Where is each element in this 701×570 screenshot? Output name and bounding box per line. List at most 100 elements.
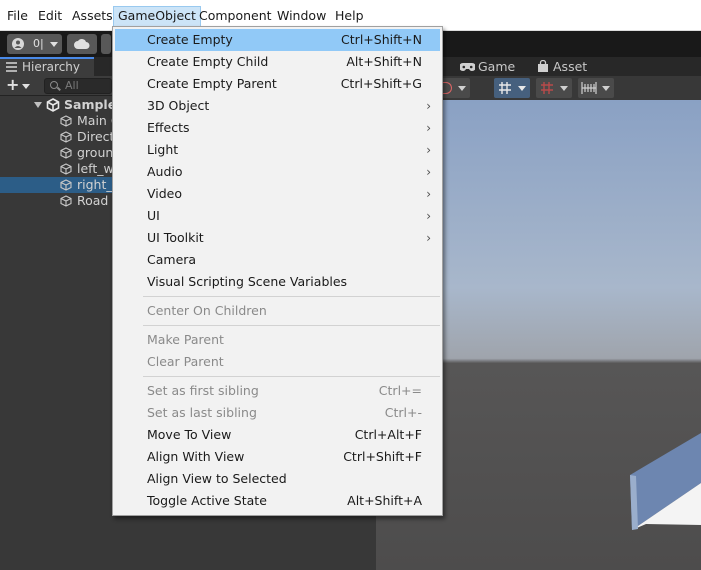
toolbar-button-partial[interactable]: [101, 34, 111, 54]
menu-item-toggle-active-state[interactable]: Toggle Active State Alt+Shift+A: [115, 490, 440, 512]
chevron-right-icon: ›: [426, 231, 431, 245]
tab-hierarchy-label: Hierarchy: [22, 60, 81, 74]
menu-item-shortcut: Ctrl+=: [378, 383, 422, 398]
menu-item-effects[interactable]: Effects ›: [115, 117, 440, 139]
chevron-right-icon: ›: [426, 99, 431, 113]
shading-mode-button[interactable]: [442, 78, 470, 98]
menu-gameobject[interactable]: GameObject: [113, 6, 201, 27]
gameobject-cube-icon: [60, 195, 72, 207]
menu-component[interactable]: Component: [195, 6, 276, 27]
menu-item-shortcut: Ctrl+Shift+N: [341, 32, 422, 47]
menu-item-clear-parent[interactable]: Clear Parent: [115, 351, 440, 373]
menu-item-label: Make Parent: [147, 332, 224, 347]
menu-item-label: Align View to Selected: [147, 471, 287, 486]
menu-item-label: Audio: [147, 164, 183, 179]
menu-item-visual-scripting-scene-variables[interactable]: Visual Scripting Scene Variables: [115, 271, 440, 293]
menu-item-label: Create Empty Child: [147, 54, 269, 69]
menu-item-shortcut: Ctrl+Shift+G: [340, 76, 422, 91]
menu-item-label: UI Toolkit: [147, 230, 204, 245]
increment-snap-button[interactable]: [578, 78, 614, 98]
gameobject-cube-icon: [60, 163, 72, 175]
menu-help[interactable]: Help: [331, 6, 368, 27]
menu-item-label: Camera: [147, 252, 197, 267]
ruler-icon: [581, 82, 597, 94]
menu-item-create-empty-child[interactable]: Create Empty Child Alt+Shift+N: [115, 51, 440, 73]
menu-item-shortcut: Ctrl+-: [384, 405, 422, 420]
chevron-down-icon: [518, 86, 526, 91]
menu-item-ui-toolkit[interactable]: UI Toolkit ›: [115, 227, 440, 249]
menu-item-audio[interactable]: Audio ›: [115, 161, 440, 183]
chevron-down-icon: [602, 86, 610, 91]
menu-item-label: UI: [147, 208, 160, 223]
expand-arrow-icon: [34, 102, 42, 108]
menu-item-create-empty[interactable]: Create Empty Ctrl+Shift+N: [115, 29, 440, 51]
game-controller-icon: [460, 63, 475, 71]
menu-item-label: Set as first sibling: [147, 383, 259, 398]
chevron-right-icon: ›: [426, 187, 431, 201]
shopping-bag-icon: [538, 60, 548, 72]
menu-item-light[interactable]: Light ›: [115, 139, 440, 161]
menu-item-set-as-first-sibling[interactable]: Set as first sibling Ctrl+=: [115, 380, 440, 402]
menu-item-set-as-last-sibling[interactable]: Set as last sibling Ctrl+-: [115, 402, 440, 424]
menu-item-camera[interactable]: Camera: [115, 249, 440, 271]
menu-item-label: Align With View: [147, 449, 245, 464]
chevron-right-icon: ›: [426, 121, 431, 135]
account-icon: [12, 38, 24, 50]
menu-item-video[interactable]: Video ›: [115, 183, 440, 205]
chevron-down-icon: [560, 86, 568, 91]
menu-item-label: 3D Object: [147, 98, 210, 113]
menu-item-label: Create Empty: [147, 32, 233, 47]
tab-game-label: Game: [478, 59, 516, 74]
menu-item-label: Effects: [147, 120, 190, 135]
gizmo-move-button[interactable]: [494, 78, 530, 98]
gameobject-cube-icon: [60, 147, 72, 159]
menu-item-make-parent[interactable]: Make Parent: [115, 329, 440, 351]
menu-window[interactable]: Window: [273, 6, 330, 27]
menu-item-shortcut: Ctrl+Alt+F: [354, 427, 422, 442]
cloud-button[interactable]: [67, 34, 97, 54]
menu-item-shortcut: Ctrl+Shift+F: [343, 449, 422, 464]
menu-item-center-on-children[interactable]: Center On Children: [115, 300, 440, 322]
menu-edit[interactable]: Edit: [34, 6, 66, 27]
grid-snap-icon: [541, 82, 553, 94]
menu-item-label: Toggle Active State: [147, 493, 267, 508]
menu-separator: [143, 325, 440, 326]
chevron-right-icon: ›: [426, 143, 431, 157]
hierarchy-item-label: Direct: [77, 129, 115, 144]
menu-item-label: Clear Parent: [147, 354, 224, 369]
tab-hierarchy[interactable]: Hierarchy: [0, 57, 94, 76]
chevron-right-icon: ›: [426, 209, 431, 223]
menu-item-label: Move To View: [147, 427, 232, 442]
grid-snap-button[interactable]: [536, 78, 572, 98]
menu-item-label: Light: [147, 142, 179, 157]
menu-item-label: Center On Children: [147, 303, 267, 318]
menu-file[interactable]: File: [3, 6, 32, 27]
menu-assets[interactable]: Assets: [68, 6, 117, 27]
menu-item-create-empty-parent[interactable]: Create Empty Parent Ctrl+Shift+G: [115, 73, 440, 95]
hierarchy-item-label: Road: [77, 193, 109, 208]
menu-item-label: Visual Scripting Scene Variables: [147, 274, 348, 289]
menu-separator: [143, 296, 440, 297]
search-input[interactable]: All: [44, 78, 112, 94]
cloud-icon: [74, 39, 90, 49]
gameobject-cube-icon: [60, 179, 72, 191]
menu-item-align-with-view[interactable]: Align With View Ctrl+Shift+F: [115, 446, 440, 468]
transform-grid-icon: [499, 82, 511, 94]
menu-item-label: Set as last sibling: [147, 405, 257, 420]
account-button[interactable]: 0|: [7, 34, 62, 54]
menu-item-3d-object[interactable]: 3D Object ›: [115, 95, 440, 117]
menu-item-label: Create Empty Parent: [147, 76, 277, 91]
search-icon: [50, 81, 58, 89]
chevron-down-icon: [22, 84, 30, 89]
gameobject-menu: Create Empty Ctrl+Shift+N Create Empty Chi…: [112, 26, 443, 516]
chevron-right-icon: ›: [426, 165, 431, 179]
add-button[interactable]: +: [3, 77, 31, 94]
menu-item-ui[interactable]: UI ›: [115, 205, 440, 227]
menu-item-shortcut: Alt+Shift+N: [346, 54, 422, 69]
account-label: 0|: [33, 37, 44, 50]
menu-item-align-view-to-selected[interactable]: Align View to Selected: [115, 468, 440, 490]
menu-item-move-to-view[interactable]: Move To View Ctrl+Alt+F: [115, 424, 440, 446]
menu-separator: [143, 376, 440, 377]
search-placeholder: All: [65, 79, 79, 92]
menu-item-shortcut: Alt+Shift+A: [347, 493, 422, 508]
